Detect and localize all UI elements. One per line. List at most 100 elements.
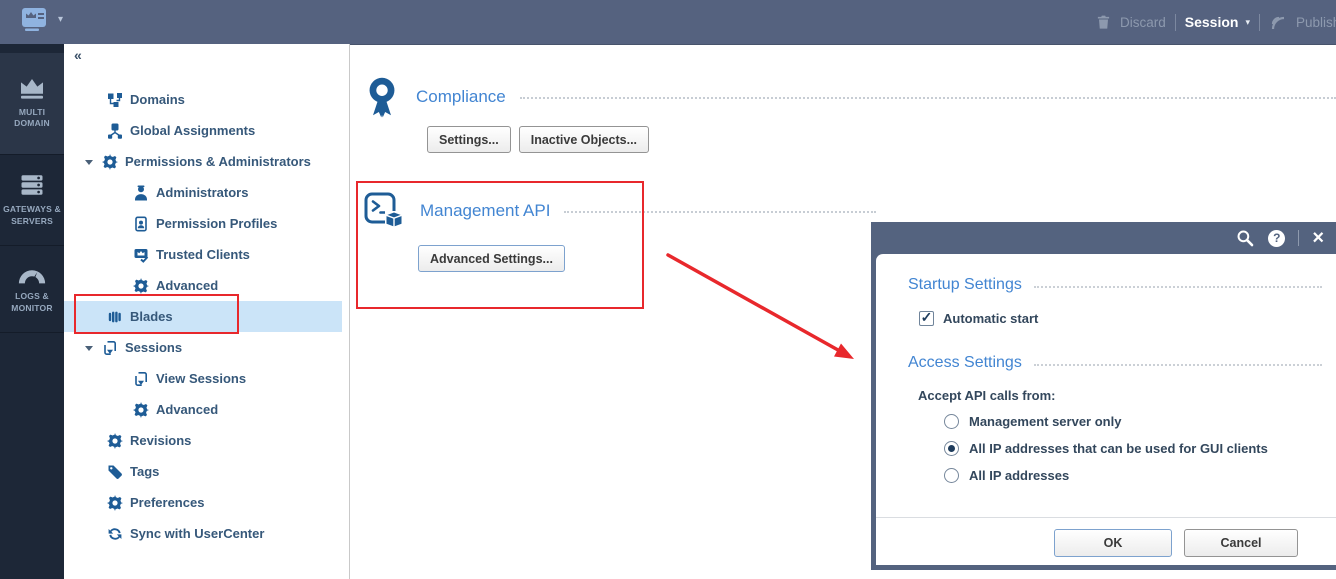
compliance-award-icon — [369, 77, 395, 118]
tag-icon — [106, 463, 123, 480]
heading-divider — [1033, 285, 1322, 288]
servers-icon — [21, 175, 43, 196]
radio-button[interactable] — [944, 441, 959, 456]
radio-button[interactable] — [944, 468, 959, 483]
accept-api-calls-label: Accept API calls from: — [918, 388, 1056, 403]
tree-item-domains[interactable]: Domains — [64, 84, 349, 115]
administrator-icon — [132, 184, 149, 201]
domain-settings-tree-panel: « Domains Global Assignments Permissions… — [64, 44, 350, 579]
automatic-start-row: ✓ Automatic start — [919, 308, 1039, 326]
tree-item-preferences[interactable]: Preferences — [64, 487, 349, 518]
inactive-objects-button[interactable]: Inactive Objects... — [518, 126, 650, 153]
gear-icon — [106, 494, 123, 511]
session-menu-button[interactable]: Session — [1185, 14, 1239, 30]
gear-icon — [132, 277, 149, 294]
compliance-buttons: Settings... Inactive Objects... — [427, 126, 650, 153]
radio-management-server-only[interactable]: Management server only — [944, 414, 1121, 429]
trusted-client-icon — [132, 246, 149, 263]
sidebar-item-logs-monitor[interactable]: LOGS & MONITOR — [0, 246, 64, 333]
sidebar-item-gateways-servers[interactable]: GATEWAYS & SERVERS — [0, 155, 64, 246]
close-icon[interactable]: × — [1312, 228, 1324, 248]
tree-item-permissions-administrators[interactable]: Permissions & Administrators — [64, 146, 349, 177]
app-menu-button[interactable] — [22, 8, 50, 32]
section-divider — [519, 97, 1336, 99]
tree-item-blades[interactable]: Blades — [64, 301, 342, 332]
app-menu-caret-icon: ▾ — [58, 14, 64, 25]
gear-icon — [132, 401, 149, 418]
expander-icon[interactable] — [85, 346, 93, 351]
publish-waves-icon — [1271, 16, 1285, 30]
blades-icon — [106, 308, 123, 325]
tree-item-revisions[interactable]: Revisions — [64, 425, 349, 456]
titlebar-divider — [1298, 230, 1300, 246]
collapse-panel-button[interactable]: « — [74, 47, 82, 63]
section-title: Compliance — [416, 87, 506, 106]
management-api-buttons: Advanced Settings... — [418, 245, 565, 272]
tree-item-permission-profiles[interactable]: Permission Profiles — [64, 208, 349, 239]
crown-icon — [21, 78, 43, 99]
session-caret-icon: ▾ — [1245, 16, 1250, 27]
radio-label: Management server only — [969, 414, 1122, 429]
tree-item-label: Global Assignments — [130, 123, 256, 138]
sidebar-item-multi-domain[interactable]: MULTI DOMAIN — [0, 53, 64, 155]
radio-all-ip-addresses[interactable]: All IP addresses — [944, 468, 1069, 483]
tree-item-sessions[interactable]: Sessions — [64, 332, 349, 363]
tree-item-sync-usercenter[interactable]: Sync with UserCenter — [64, 518, 349, 549]
heading-divider — [1033, 363, 1322, 366]
tree-item-view-sessions[interactable]: View Sessions — [64, 363, 349, 394]
tree-item-advanced-permissions[interactable]: Advanced — [64, 270, 349, 301]
app-sidebar: MULTI DOMAIN GATEWAYS & SERVERS LOGS & M… — [0, 44, 64, 579]
ok-button[interactable]: OK — [1054, 529, 1172, 557]
sidebar-item-label: LOGS & MONITOR — [11, 291, 53, 313]
topbar-divider — [1259, 13, 1260, 31]
tree-item-label: Trusted Clients — [156, 247, 250, 262]
expander-icon[interactable] — [85, 160, 93, 165]
checkmark-icon: ✓ — [920, 308, 933, 325]
gear-icon — [101, 153, 118, 170]
tree-item-label: Permissions & Administrators — [125, 154, 311, 169]
sidebar-item-label: GATEWAYS & SERVERS — [3, 204, 61, 226]
top-bar: ▾ Discard Session ▾ Publish — [0, 0, 1336, 45]
dialog-footer-divider — [876, 517, 1336, 518]
management-api-settings-dialog: ? × Startup Settings ✓ Automatic start A… — [871, 222, 1336, 570]
app-logo-icon — [22, 8, 46, 31]
discard-button[interactable]: Discard — [1120, 15, 1166, 30]
dialog-body: Startup Settings ✓ Automatic start Acces… — [876, 254, 1336, 565]
topbar-divider — [1174, 13, 1176, 31]
tree-item-tags[interactable]: Tags — [64, 456, 349, 487]
gear-icon — [106, 432, 123, 449]
radio-button[interactable] — [944, 414, 959, 429]
access-settings-heading: Access Settings — [908, 354, 1322, 372]
tree-item-global-assignments[interactable]: Global Assignments — [64, 115, 349, 146]
automatic-start-checkbox[interactable]: ✓ — [919, 308, 934, 326]
sync-icon — [106, 525, 123, 542]
tree-item-label: Revisions — [130, 433, 192, 448]
domains-icon — [106, 91, 123, 108]
section-title: Management API — [420, 201, 551, 220]
compliance-settings-button[interactable]: Settings... — [427, 126, 511, 153]
tree-item-label: Advanced — [156, 402, 219, 417]
cancel-button[interactable]: Cancel — [1184, 529, 1298, 557]
advanced-settings-button[interactable]: Advanced Settings... — [418, 245, 565, 272]
radio-label: All IP addresses that can be used for GU… — [969, 441, 1268, 456]
annotation-arrow — [666, 253, 854, 359]
tree-item-label: Sessions — [125, 340, 183, 355]
session-icon — [101, 339, 118, 356]
automatic-start-label: Automatic start — [943, 311, 1039, 326]
publish-button[interactable]: Publish — [1296, 15, 1336, 30]
tree-item-label: Preferences — [130, 495, 205, 510]
tree-item-trusted-clients[interactable]: Trusted Clients — [64, 239, 349, 270]
tree-item-label: View Sessions — [156, 371, 247, 386]
session-icon — [132, 370, 149, 387]
tree-item-label: Administrators — [156, 185, 249, 200]
radio-all-ip-gui-clients[interactable]: All IP addresses that can be used for GU… — [944, 441, 1268, 456]
tree-item-administrators[interactable]: Administrators — [64, 177, 349, 208]
search-icon[interactable] — [1236, 229, 1255, 248]
global-assignments-icon — [106, 122, 123, 139]
section-divider — [564, 211, 876, 213]
dialog-title-bar: ? × — [871, 222, 1336, 254]
help-icon[interactable]: ? — [1268, 229, 1286, 247]
radio-dot — [948, 445, 955, 452]
startup-settings-heading: Startup Settings — [908, 276, 1322, 294]
tree-item-advanced-sessions[interactable]: Advanced — [64, 394, 349, 425]
